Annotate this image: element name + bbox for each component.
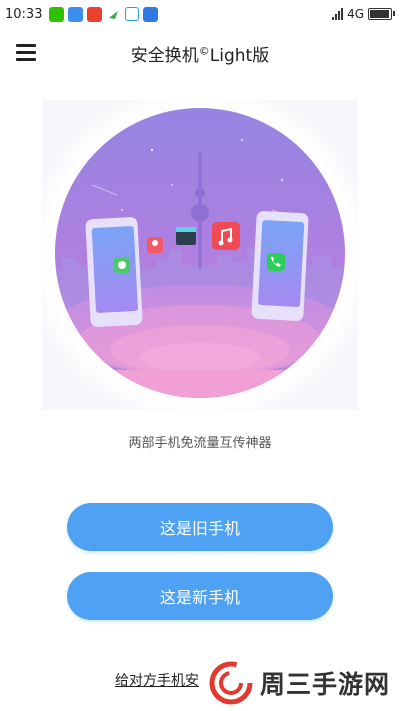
menu-icon[interactable] (16, 44, 36, 61)
title-mark: © (198, 43, 210, 57)
transfer-illustration (42, 100, 358, 410)
watermark-text: 周三手游网 (260, 670, 391, 699)
chat-icon (68, 6, 84, 22)
signal-icon (332, 8, 344, 20)
page-title: 安全换机©Light版 (131, 41, 269, 66)
watermark: 周三手游网 (208, 655, 400, 711)
new-phone-button[interactable]: 这是新手机 (67, 572, 333, 620)
app-header: 安全换机©Light版 (0, 30, 400, 76)
share-app-link[interactable]: 给对方手机安 (115, 670, 199, 690)
status-bar: 10:33 4G (0, 0, 400, 28)
watermark-logo-icon (209, 661, 253, 705)
network-type: 4G (347, 7, 364, 21)
status-right: 4G (332, 7, 400, 21)
news-icon (87, 6, 103, 22)
old-phone-button[interactable]: 这是旧手机 (67, 503, 333, 551)
old-phone-graphic (85, 217, 143, 327)
status-left: 10:33 (0, 6, 159, 22)
battery-icon (368, 8, 395, 20)
bird-icon (106, 6, 122, 22)
subtitle-text: 两部手机免流量互传神器 (128, 436, 272, 451)
title-suffix: Light版 (209, 45, 270, 66)
wechat-icon (49, 6, 65, 22)
shield-icon (143, 6, 159, 22)
new-phone-graphic (251, 211, 309, 321)
qr-icon (125, 7, 140, 21)
title-main: 安全换机 (130, 45, 199, 66)
status-time: 10:33 (5, 6, 43, 22)
